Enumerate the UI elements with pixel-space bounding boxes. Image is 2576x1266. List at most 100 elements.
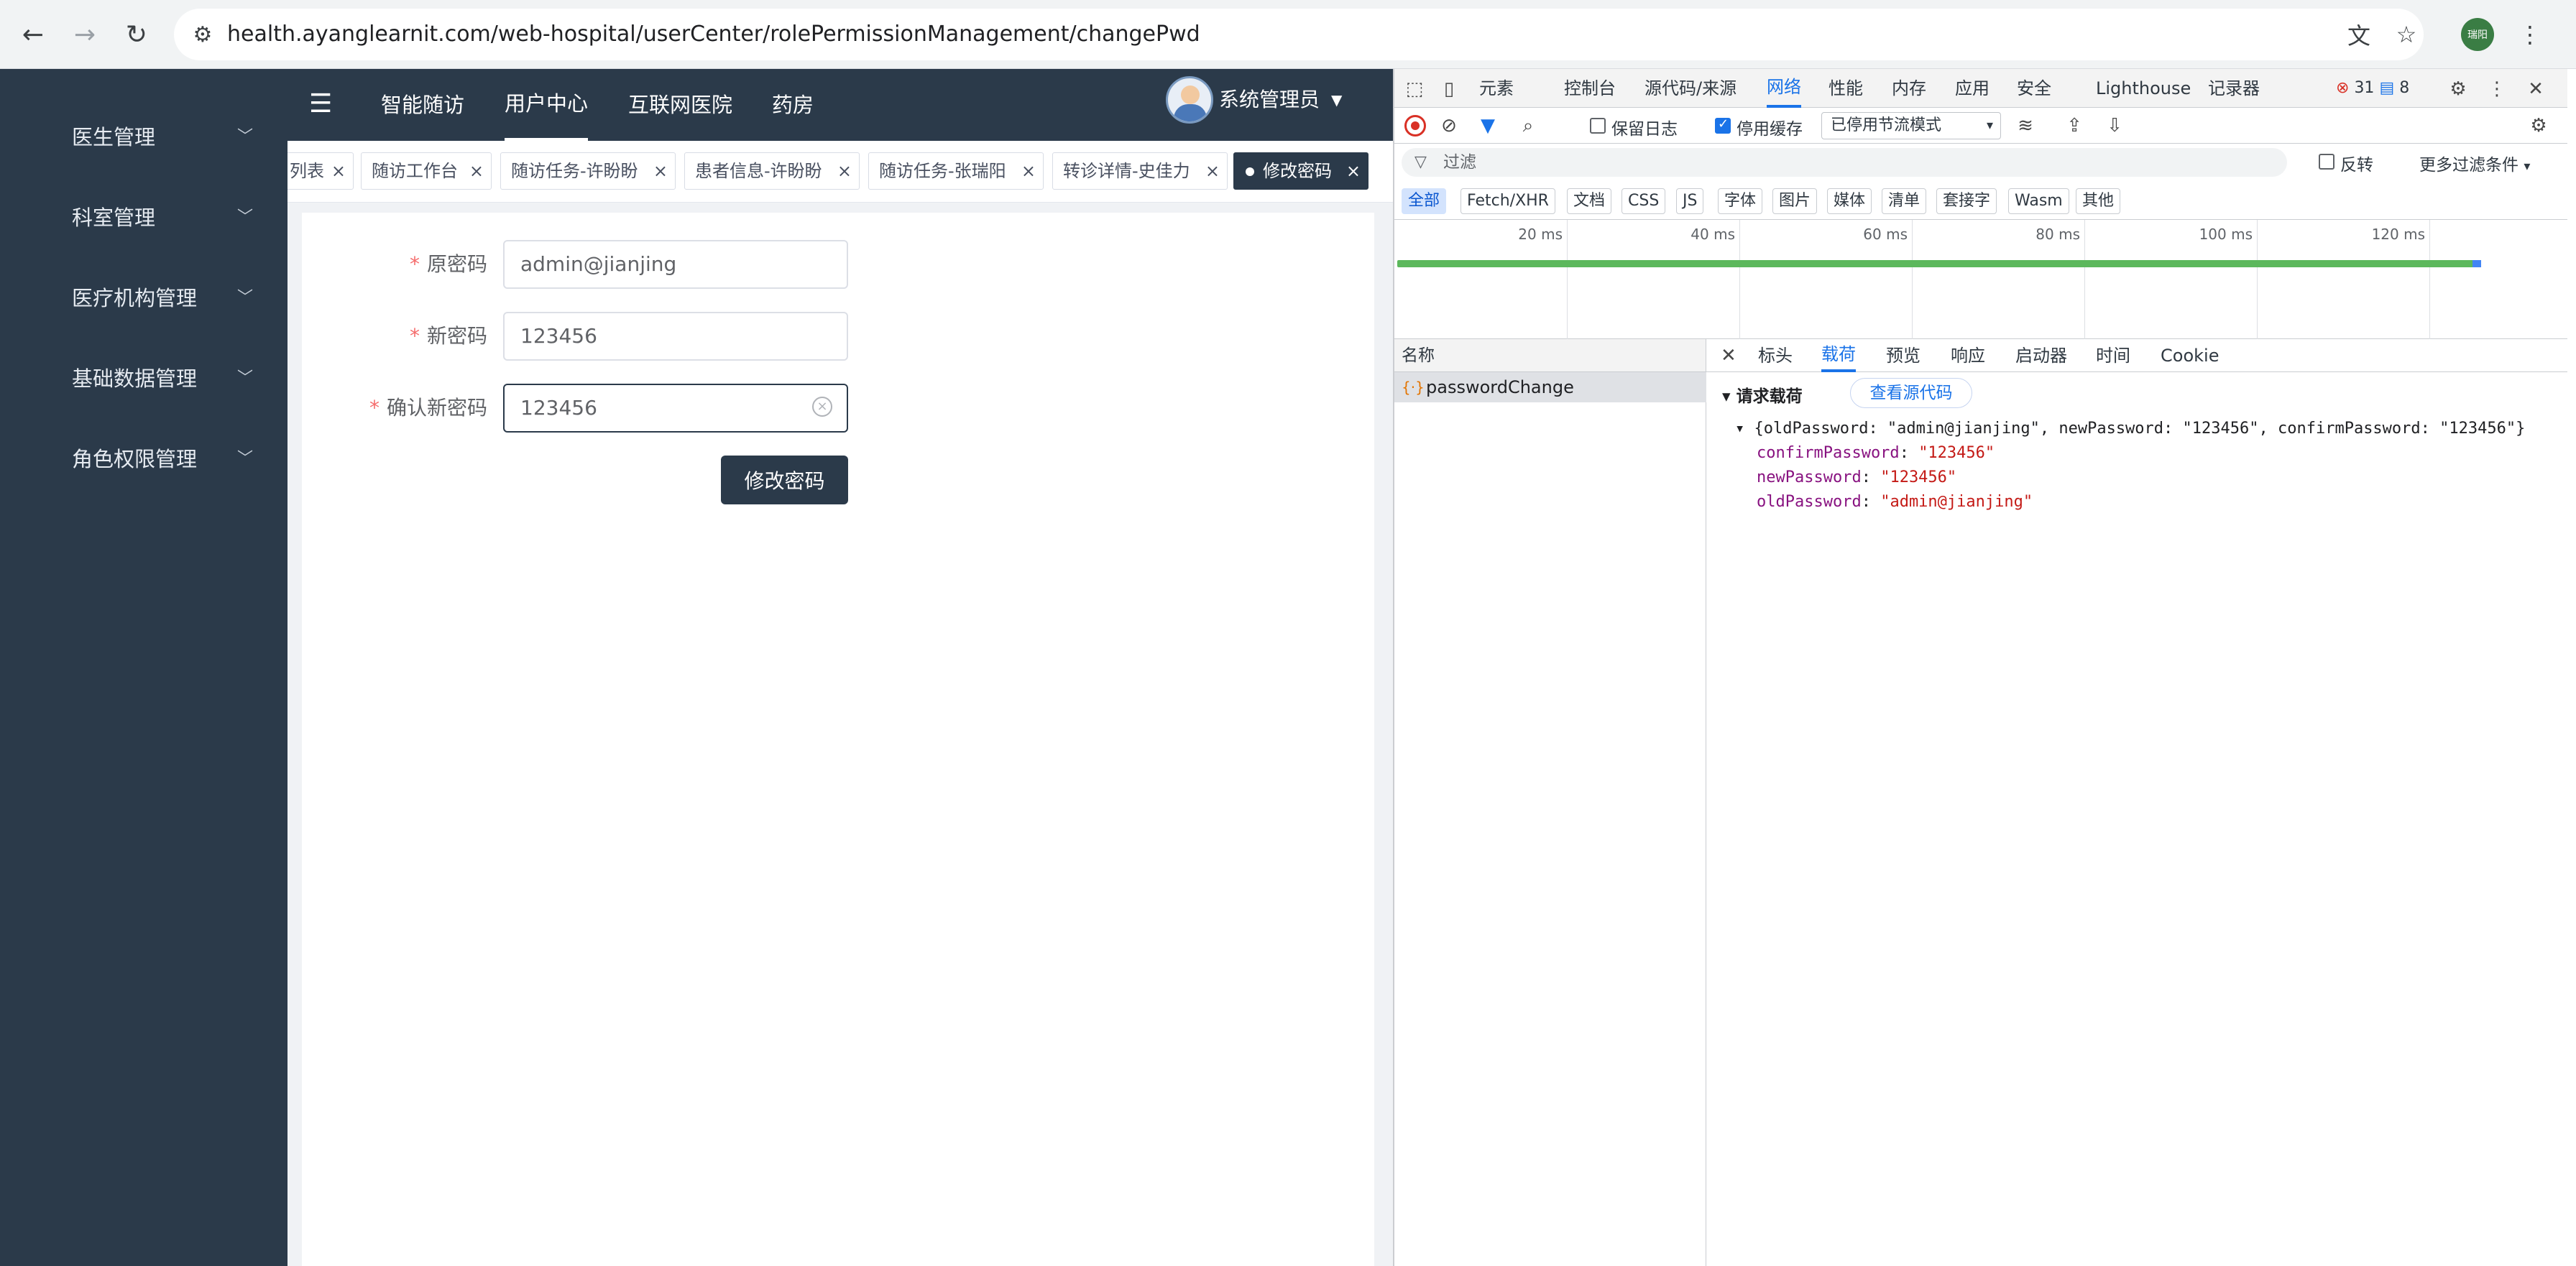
tab-timing[interactable]: 时间 bbox=[2096, 339, 2130, 372]
tag-referral-detail-shi[interactable]: 转诊详情-史佳力 × bbox=[1052, 152, 1228, 190]
old-password-input[interactable]: admin@jianjing bbox=[503, 240, 848, 289]
clear-log-icon[interactable]: ⊘ bbox=[1435, 111, 1463, 140]
tab-payload[interactable]: 载荷 bbox=[1821, 339, 1856, 372]
sidebar-item-doctor[interactable]: 医生管理 ﹀ bbox=[0, 98, 288, 177]
inspect-element-icon[interactable]: ⬚ bbox=[1400, 75, 1429, 103]
more-filters-dropdown[interactable]: 更多过滤条件 ▾ bbox=[2419, 151, 2530, 175]
tab-lighthouse[interactable]: Lighthouse bbox=[2096, 69, 2191, 108]
sidebar-item-basic-data[interactable]: 基础数据管理 ﹀ bbox=[0, 339, 288, 418]
timeline-overview[interactable]: 20 ms 40 ms 60 ms 80 ms 100 ms 120 ms bbox=[1394, 220, 2567, 339]
view-source-button[interactable]: 查看源代码 bbox=[1850, 378, 1972, 408]
tab-initiator[interactable]: 启动器 bbox=[2015, 339, 2067, 372]
tab-cookie[interactable]: Cookie bbox=[2161, 339, 2219, 372]
payload-section-toggle[interactable]: ▾ 请求载荷 bbox=[1722, 382, 1803, 407]
chip-other[interactable]: 其他 bbox=[2076, 188, 2121, 214]
chip-css[interactable]: CSS bbox=[1622, 188, 1666, 214]
network-settings-icon[interactable]: ⚙ bbox=[2524, 111, 2553, 140]
tab-headers[interactable]: 标头 bbox=[1758, 339, 1793, 372]
sidebar-item-institution[interactable]: 医疗机构管理 ﹀ bbox=[0, 259, 288, 338]
address-bar[interactable]: ⚙ health.ayanglearnit.com/web-hospital/u… bbox=[174, 9, 2424, 60]
disable-cache-checkbox[interactable] bbox=[1715, 116, 1731, 134]
tag-patient-info-xu[interactable]: 患者信息-许盼盼 × bbox=[684, 152, 860, 190]
filter-funnel-icon[interactable]: ▼ bbox=[1473, 111, 1502, 140]
chip-all[interactable]: 全部 bbox=[1402, 188, 1447, 214]
close-icon[interactable]: × bbox=[1205, 153, 1220, 189]
new-password-input[interactable]: 123456 bbox=[503, 312, 848, 361]
browser-menu-icon[interactable]: ⋮ bbox=[2511, 16, 2549, 53]
bookmark-star-icon[interactable]: ☆ bbox=[2388, 16, 2425, 53]
chip-document[interactable]: 文档 bbox=[1567, 188, 1612, 214]
record-icon[interactable] bbox=[1404, 115, 1426, 137]
close-icon[interactable]: × bbox=[837, 153, 852, 189]
tab-recorder[interactable]: 记录器 bbox=[2208, 69, 2260, 108]
tab-sources[interactable]: 源代码/来源 bbox=[1644, 69, 1736, 108]
reload-icon[interactable]: ↻ bbox=[119, 17, 154, 52]
tab-security[interactable]: 安全 bbox=[2017, 69, 2051, 108]
close-icon[interactable]: × bbox=[1346, 153, 1361, 189]
change-password-button[interactable]: 修改密码 bbox=[721, 456, 848, 504]
chevron-down-icon: ﹀ bbox=[237, 128, 254, 146]
url-text[interactable]: health.ayanglearnit.com/web-hospital/use… bbox=[227, 9, 1200, 60]
device-toolbar-icon[interactable]: ▯ bbox=[1435, 75, 1463, 103]
tab-network[interactable]: 网络 bbox=[1767, 69, 1801, 108]
tab-elements[interactable]: 元素 bbox=[1479, 69, 1514, 108]
tab-console[interactable]: 控制台 bbox=[1564, 69, 1616, 108]
tab-performance[interactable]: 性能 bbox=[1828, 69, 1863, 108]
close-icon[interactable]: × bbox=[331, 153, 346, 189]
close-devtools-icon[interactable]: ✕ bbox=[2521, 75, 2550, 103]
chip-js[interactable]: JS bbox=[1676, 188, 1704, 214]
user-avatar[interactable] bbox=[1166, 76, 1213, 124]
network-conditions-icon[interactable]: ≋ bbox=[2011, 111, 2040, 140]
chip-image[interactable]: 图片 bbox=[1772, 188, 1818, 214]
profile-avatar[interactable]: 瑞阳 bbox=[2461, 18, 2494, 51]
topnav-followup[interactable]: 智能随访 bbox=[381, 69, 464, 141]
sidebar-item-role-permission[interactable]: 角色权限管理 ﹀ bbox=[0, 420, 288, 499]
throttle-select[interactable]: 已停用节流模式 ▾ bbox=[1821, 112, 2001, 139]
chip-socket[interactable]: 套接字 bbox=[1936, 188, 1997, 214]
import-har-icon[interactable]: ⇪ bbox=[2060, 111, 2089, 140]
chip-fetch-xhr[interactable]: Fetch/XHR bbox=[1460, 188, 1555, 214]
payload-summary[interactable]: ▾ {oldPassword: "admin@jianjing", newPas… bbox=[1735, 420, 2525, 438]
tag-followup-task-zhang[interactable]: 随访任务-张瑞阳 × bbox=[868, 152, 1044, 190]
close-icon[interactable]: × bbox=[653, 153, 668, 189]
close-icon[interactable]: ✕ bbox=[1721, 339, 1736, 372]
export-har-icon[interactable]: ⇩ bbox=[2100, 111, 2129, 140]
request-list-header[interactable]: 名称 bbox=[1394, 339, 1706, 372]
devtools-more-icon[interactable]: ⋮ bbox=[2483, 75, 2511, 103]
invert-checkbox[interactable] bbox=[2319, 154, 2334, 170]
back-icon[interactable]: ← bbox=[16, 17, 50, 52]
chip-wasm[interactable]: Wasm bbox=[2008, 188, 2069, 214]
translate-icon[interactable]: 文 bbox=[2340, 16, 2378, 53]
confirm-password-input[interactable]: 123456 bbox=[503, 384, 848, 433]
topnav-pharmacy[interactable]: 药房 bbox=[772, 69, 814, 141]
clear-icon[interactable]: × bbox=[812, 397, 832, 417]
menu-toggle-icon[interactable]: ☰ bbox=[309, 88, 338, 121]
close-icon[interactable]: × bbox=[469, 153, 484, 189]
close-icon[interactable]: × bbox=[1021, 153, 1036, 189]
settings-gear-icon[interactable]: ⚙ bbox=[2444, 75, 2472, 103]
tab-response[interactable]: 响应 bbox=[1951, 339, 1985, 372]
tab-memory[interactable]: 内存 bbox=[1892, 69, 1926, 108]
site-settings-icon[interactable]: ⚙ bbox=[185, 17, 220, 52]
issues-badge[interactable]: ⊗ 31 ▤ 8 bbox=[2336, 69, 2409, 108]
caret-down-icon[interactable]: ▼ bbox=[1331, 69, 1342, 131]
active-dot-icon bbox=[1246, 167, 1254, 176]
topnav-internet-hospital[interactable]: 互联网医院 bbox=[628, 69, 732, 141]
forward-icon[interactable]: → bbox=[68, 17, 102, 52]
filter-input[interactable]: ▽ 过滤 bbox=[1402, 148, 2287, 177]
sidebar-item-department[interactable]: 科室管理 ﹀ bbox=[0, 178, 288, 257]
request-row[interactable]: {·} passwordChange bbox=[1394, 372, 1706, 402]
username[interactable]: 系统管理员 bbox=[1219, 69, 1320, 131]
preserve-log-checkbox[interactable] bbox=[1590, 118, 1606, 134]
tag-followup-task-xu[interactable]: 随访任务-许盼盼 × bbox=[500, 152, 676, 190]
tab-application[interactable]: 应用 bbox=[1955, 69, 1990, 108]
search-icon[interactable]: ⌕ bbox=[1514, 111, 1542, 140]
tag-change-password[interactable]: 修改密码 × bbox=[1233, 152, 1368, 190]
tag-list[interactable]: 列表 × bbox=[288, 152, 354, 190]
chip-media[interactable]: 媒体 bbox=[1827, 188, 1872, 214]
tab-preview[interactable]: 预览 bbox=[1886, 339, 1920, 372]
chip-manifest[interactable]: 清单 bbox=[1882, 188, 1927, 214]
tag-followup-workbench[interactable]: 随访工作台 × bbox=[361, 152, 492, 190]
chip-font[interactable]: 字体 bbox=[1718, 188, 1763, 214]
topnav-user-center[interactable]: 用户中心 bbox=[505, 69, 589, 141]
